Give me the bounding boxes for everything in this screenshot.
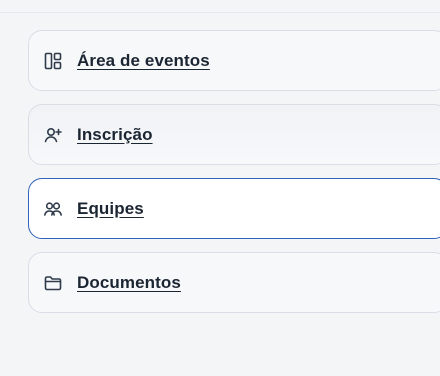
team-icon [43, 199, 63, 219]
menu-item-label: Inscrição [77, 124, 153, 144]
menu-item-label: Área de eventos [77, 50, 210, 70]
dashboard-layout-icon [43, 51, 63, 71]
menu-item-equipes[interactable]: Equipes [28, 178, 440, 239]
menu-item-documentos[interactable]: Documentos [28, 252, 440, 313]
menu-item-inscricao[interactable]: Inscrição [28, 104, 440, 165]
menu-item-label: Documentos [77, 272, 181, 292]
menu-item-area-de-eventos[interactable]: Área de eventos [28, 30, 440, 91]
folder-icon [43, 273, 63, 293]
top-divider [0, 12, 440, 13]
menu-item-label: Equipes [77, 198, 144, 218]
add-user-icon [43, 125, 63, 145]
side-menu: Área de eventos Inscrição Equipes Docume… [28, 30, 440, 326]
